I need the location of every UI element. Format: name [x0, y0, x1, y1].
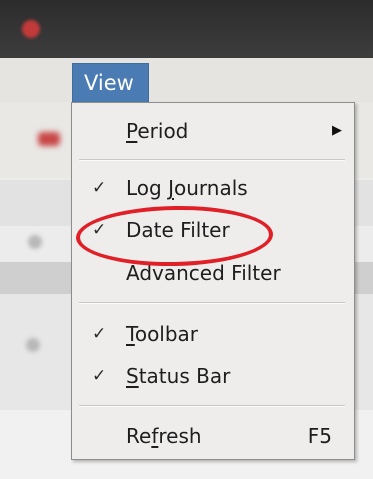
close-icon — [22, 20, 40, 38]
menu-separator — [79, 405, 345, 407]
checkmark-icon: ✓ — [92, 366, 107, 386]
menu-item-label: Status Bar — [126, 364, 231, 388]
menu-separator — [79, 159, 345, 161]
menu-item-refresh[interactable]: Refresh F5 — [72, 416, 354, 456]
background-toolbar-icon — [38, 132, 60, 146]
menu-separator — [79, 302, 345, 304]
background-radio-icon — [28, 235, 42, 249]
checkmark-icon: ✓ — [92, 324, 107, 344]
menu-item-status-bar[interactable]: ✓ Status Bar — [72, 356, 354, 396]
menu-item-log-journals[interactable]: ✓ Log Journals — [72, 168, 354, 208]
view-menu-title[interactable]: View — [72, 63, 149, 103]
menu-item-label: Refresh — [126, 424, 202, 448]
menu-item-period[interactable]: Period ▶ — [72, 111, 354, 151]
submenu-arrow-icon: ▶ — [332, 123, 342, 138]
background-title-bar — [0, 0, 373, 58]
background-radio-icon — [26, 338, 40, 352]
shortcut-label: F5 — [307, 424, 332, 448]
checkmark-icon: ✓ — [92, 178, 107, 198]
menu-item-label: Toolbar — [126, 322, 199, 346]
menu-item-label: Log Journals — [126, 176, 248, 200]
view-menu-dropdown: Period ▶ ✓ Log Journals ✓ Date Filter Ad… — [71, 102, 355, 460]
background-menu-bar — [0, 58, 373, 103]
menu-item-label: Period — [126, 119, 189, 143]
menu-item-toolbar[interactable]: ✓ Toolbar — [72, 314, 354, 354]
